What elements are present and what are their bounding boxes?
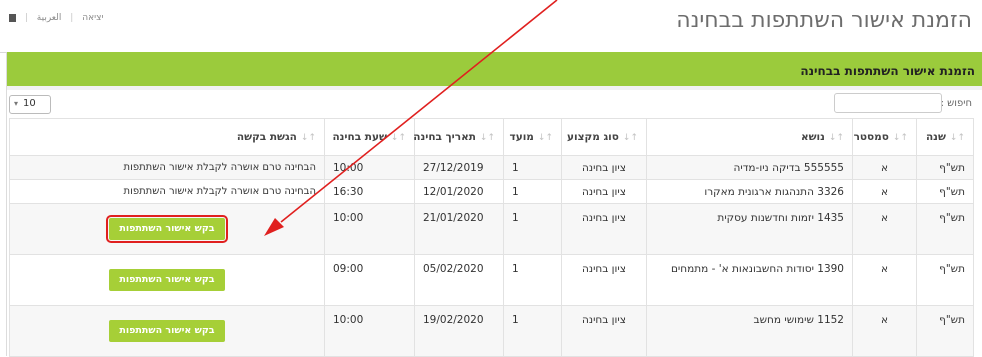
cell-date: 12/01/2020 xyxy=(414,179,504,204)
panel-header: הזמנת אישור השתתפות בבחינה xyxy=(7,52,982,86)
cell-type: ציון בחינה xyxy=(561,179,647,204)
cell-year: תש"ף xyxy=(916,179,974,204)
cell-request: בקש אישור השתתפות xyxy=(9,254,325,306)
cell-moed: 1 xyxy=(503,254,562,306)
cell-subject: 555555 בדיקה ניו-מדיה xyxy=(646,155,853,180)
column-header-request[interactable]: ↑↓הגשת בקשה xyxy=(9,118,325,156)
cell-date: 05/02/2020 xyxy=(414,254,504,306)
column-header-subject[interactable]: ↑↓נושא xyxy=(646,118,853,156)
cell-subject: 1152 שימושי מחשב xyxy=(646,305,853,357)
cell-type: ציון בחינה xyxy=(561,305,647,357)
table-row: תש"ף א 1435 יזמות וחדשנות עסקית ציון בחי… xyxy=(9,203,974,255)
page-length-value: 10 xyxy=(23,98,36,109)
panel-divider xyxy=(7,86,982,90)
cell-request-status: הבחינה טרם אושרה לקבלת אישור השתתפות xyxy=(9,179,325,204)
copy-icon[interactable] xyxy=(9,13,16,22)
cell-request: בקש אישור השתתפות xyxy=(9,203,325,255)
cell-semester: א xyxy=(852,305,917,357)
cell-time: 10:00 xyxy=(324,203,415,255)
sort-icon: ↑↓ xyxy=(949,133,965,143)
table-row: תש"ף א 1390 יסודות החשבונאות א' - מתמחים… xyxy=(9,254,974,306)
cell-date: 19/02/2020 xyxy=(414,305,504,357)
request-approval-button[interactable]: בקש אישור השתתפות xyxy=(106,215,228,243)
cell-time: 10:00 xyxy=(324,305,415,357)
cell-semester: א xyxy=(852,155,917,180)
cell-year: תש"ף xyxy=(916,155,974,180)
cell-date: 27/12/2019 xyxy=(414,155,504,180)
table-row: תש"ף א 555555 בדיקה ניו-מדיה ציון בחינה … xyxy=(9,155,974,180)
cell-request: בקש אישור השתתפות xyxy=(9,305,325,357)
cell-request-status: הבחינה טרם אושרה לקבלת אישור השתתפות xyxy=(9,155,325,180)
column-header-year[interactable]: ↑↓שנה xyxy=(916,118,974,156)
cell-semester: א xyxy=(852,179,917,204)
request-approval-button[interactable]: בקש אישור השתתפות xyxy=(109,269,225,291)
panel-title: הזמנת אישור השתתפות בבחינה xyxy=(800,64,975,78)
cell-type: ציון בחינה xyxy=(561,203,647,255)
table-header-row: ↑↓שנה ↑↓סמסטר ↑↓נושא ↑↓סוג מקצוע ↑↓מועד … xyxy=(9,118,974,156)
sort-icon: ↑↓ xyxy=(622,133,638,143)
column-header-semester[interactable]: ↑↓סמסטר xyxy=(852,118,917,156)
cell-moed: 1 xyxy=(503,179,562,204)
exams-table: ↑↓שנה ↑↓סמסטר ↑↓נושא ↑↓סוג מקצוע ↑↓מועד … xyxy=(9,118,974,357)
cell-subject: 1435 יזמות וחדשנות עסקית xyxy=(646,203,853,255)
cell-year: תש"ף xyxy=(916,203,974,255)
sort-icon: ↑↓ xyxy=(828,133,844,143)
column-header-type[interactable]: ↑↓סוג מקצוע xyxy=(561,118,647,156)
sort-icon: ↑↓ xyxy=(537,133,553,143)
cell-type: ציון בחינה xyxy=(561,155,647,180)
table-row: תש"ף א 1152 שימושי מחשב ציון בחינה 1 19/… xyxy=(9,305,974,357)
sort-icon: ↑↓ xyxy=(390,133,406,143)
search-label: חיפוש : xyxy=(940,98,972,109)
top-links: יציאה | العربية | xyxy=(6,13,106,23)
column-header-date[interactable]: ↑↓תאריך בחינה xyxy=(413,118,504,156)
cell-type: ציון בחינה xyxy=(561,254,647,306)
logout-link[interactable]: יציאה xyxy=(82,13,103,23)
sort-icon: ↑↓ xyxy=(479,133,495,143)
sort-icon: ↑↓ xyxy=(300,133,316,143)
page-length-select[interactable]: ▾ 10 xyxy=(9,95,51,114)
cell-moed: 1 xyxy=(503,203,562,255)
link-separator: | xyxy=(70,13,74,23)
cell-date: 21/01/2020 xyxy=(414,203,504,255)
sort-icon: ↑↓ xyxy=(892,133,908,143)
search-input[interactable] xyxy=(834,93,942,113)
arabic-language-link[interactable]: العربية xyxy=(37,13,62,23)
cell-time: 16:30 xyxy=(324,179,415,204)
chevron-down-icon: ▾ xyxy=(14,99,19,108)
request-approval-button[interactable]: בקש אישור השתתפות xyxy=(109,320,225,342)
cell-semester: א xyxy=(852,203,917,255)
cell-moed: 1 xyxy=(503,305,562,357)
cell-time: 10:00 xyxy=(324,155,415,180)
page-title: הזמנת אישור השתתפות בבחינה xyxy=(676,8,972,33)
link-separator: | xyxy=(24,13,28,23)
cell-subject: 3326 התנהגות ארגונית מאקרו xyxy=(646,179,853,204)
cell-moed: 1 xyxy=(503,155,562,180)
top-bar: הזמנת אישור השתתפות בבחינה יציאה | العرب… xyxy=(0,0,982,53)
cell-semester: א xyxy=(852,254,917,306)
cell-subject: 1390 יסודות החשבונאות א' - מתמחים xyxy=(646,254,853,306)
cell-time: 09:00 xyxy=(324,254,415,306)
table-row: תש"ף א 3326 התנהגות ארגונית מאקרו ציון ב… xyxy=(9,179,974,204)
cell-year: תש"ף xyxy=(916,305,974,357)
cell-year: תש"ף xyxy=(916,254,974,306)
column-header-moed[interactable]: ↑↓מועד xyxy=(503,118,562,156)
column-header-time[interactable]: ↑↓שעת בחינה xyxy=(324,118,415,156)
